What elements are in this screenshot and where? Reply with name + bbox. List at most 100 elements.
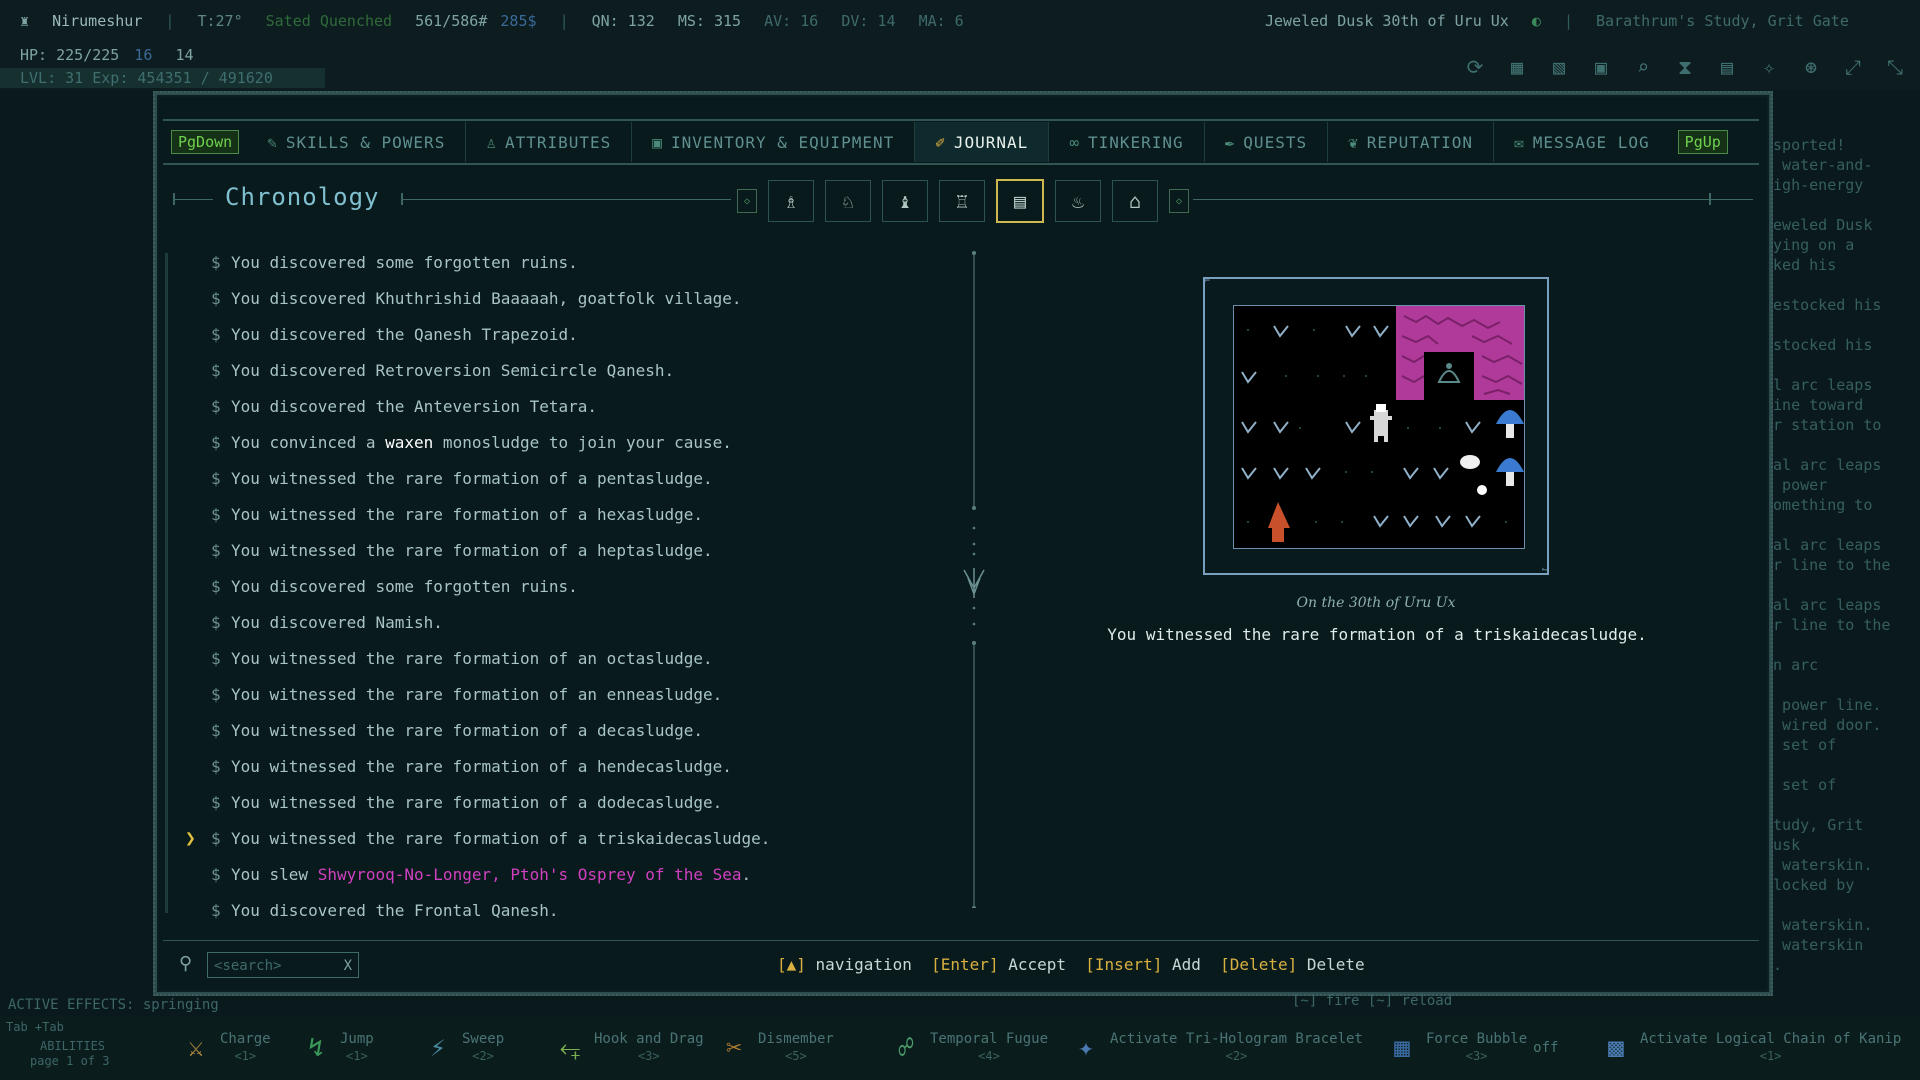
recipe-icon: ♨ xyxy=(1071,189,1085,213)
ability-slot[interactable]: ☍ Temporal Fugue <4> xyxy=(888,1016,1048,1080)
rule-tick xyxy=(173,193,175,205)
tab-journal[interactable]: ✐ JOURNAL xyxy=(915,122,1050,162)
bullet-icon: $ xyxy=(211,361,221,380)
ability-slot[interactable]: ▩ Activate Logical Chain of Kanip <1> xyxy=(1598,1016,1901,1080)
filter-general-button[interactable]: ♗ xyxy=(768,180,814,222)
ability-slot[interactable]: ⚔ Charge <1> xyxy=(178,1016,270,1080)
player-sprite xyxy=(1370,404,1392,442)
page-up-button[interactable]: PgUp xyxy=(1677,130,1728,154)
ability-slot[interactable]: ⥆ Hook and Drag <3> xyxy=(552,1016,704,1080)
hourglass-icon[interactable]: ⧗ xyxy=(1670,52,1700,82)
list-item[interactable]: $ You discovered Khuthrishid Baaaaah, goa… xyxy=(167,281,927,317)
refresh-icon[interactable]: ⟳ xyxy=(1460,52,1490,82)
add-button[interactable]: Add xyxy=(1172,955,1201,974)
filter-recipes-button[interactable]: ♨ xyxy=(1055,180,1101,222)
title-rule-left xyxy=(173,199,213,200)
search-icon[interactable]: ⌕ xyxy=(1628,52,1658,82)
corner-ornament: ⌙ xyxy=(1541,564,1548,575)
tab-inventory-equipment[interactable]: ▣ INVENTORY & EQUIPMENT xyxy=(632,122,916,162)
tab-tinkering[interactable]: ∞ TINKERING xyxy=(1049,122,1205,162)
list-item[interactable]: $ You witnessed the rare formation of a h… xyxy=(167,749,927,785)
entry-text-end: . xyxy=(741,865,752,884)
entry-text: You witnessed the rare formation of an o… xyxy=(231,649,713,668)
delete-button[interactable]: Delete xyxy=(1307,955,1365,974)
filter-sultans-button[interactable]: ♝ xyxy=(882,180,928,222)
filter-chronology-button[interactable]: ▤ xyxy=(996,179,1044,223)
list-item[interactable]: $ You discovered the Anteversion Tetara. xyxy=(167,389,927,425)
log-line: Jeweled Dusk xyxy=(1764,216,1873,234)
expand-icon[interactable]: ⤡ xyxy=(1880,52,1910,82)
filter-lore-button[interactable]: ♖ xyxy=(939,180,985,222)
list-item[interactable]: ❯ $ You witnessed the rare formation of a … xyxy=(167,821,927,857)
page-down-button[interactable]: PgDown xyxy=(171,130,240,154)
ability-slot[interactable]: ↯ Jump <1> xyxy=(298,1016,374,1080)
ability-icon: ⚡ xyxy=(430,1033,446,1063)
ability-toggle-state[interactable]: off xyxy=(1533,1040,1558,1057)
book-icon: ▤ xyxy=(1013,189,1027,213)
bullet-icon: $ xyxy=(211,541,221,560)
ability-hotkey: <1> xyxy=(234,1049,257,1063)
list-item[interactable]: $ You witnessed the rare formation of an … xyxy=(167,641,927,677)
accept-button[interactable]: Accept xyxy=(1008,955,1066,974)
list-item[interactable]: $ You witnessed the rare formation of a h… xyxy=(167,497,927,533)
bullet-icon: $ xyxy=(211,613,221,632)
clear-search-button[interactable]: X xyxy=(344,953,352,979)
date-location-row: Jeweled Dusk 30th of Uru Ux ◐ | Barathru… xyxy=(1265,12,1863,34)
search-input[interactable]: <search> X xyxy=(207,952,359,978)
map-tiles xyxy=(1241,306,1524,542)
portrait-icon[interactable]: ▤ xyxy=(1712,52,1742,82)
list-item[interactable]: $ You witnessed the rare formation of an … xyxy=(167,677,927,713)
star-icon[interactable]: ✧ xyxy=(1754,52,1784,82)
ability-slot[interactable]: ✦ Activate Tri-Hologram Bracelet <2> xyxy=(1068,1016,1363,1080)
list-item[interactable]: $ You discovered the Frontal Qanesh. xyxy=(167,893,927,929)
list-item[interactable]: $ You witnessed the rare formation of a d… xyxy=(167,713,927,749)
list-item[interactable]: $ You discovered some forgotten ruins. xyxy=(167,569,927,605)
list-item[interactable]: $ You slew Shwyrooq-No-Longer, Ptoh's Osp… xyxy=(167,857,927,893)
shift-tab-key[interactable]: +Tab xyxy=(35,1020,64,1034)
ability-slot[interactable]: ▦ Force Bubble <3> off xyxy=(1384,1016,1558,1080)
list-item[interactable]: $ You discovered Retroversion Semicircle … xyxy=(167,353,927,389)
tab-skills-powers[interactable]: ✎ SKILLS & POWERS xyxy=(247,122,467,162)
list-item[interactable]: $ You witnessed the rare formation of a h… xyxy=(167,533,927,569)
list-item[interactable]: $ You witnessed the rare formation of a p… xyxy=(167,461,927,497)
skills-icon: ✎ xyxy=(267,132,278,152)
tab-message-log[interactable]: ✉ MESSAGE LOG xyxy=(1494,122,1670,162)
log-line: a waterskin. xyxy=(1764,856,1873,874)
character-sheet-icon[interactable]: ▦ xyxy=(1502,52,1532,82)
tab-reputation[interactable]: ❦ REPUTATION xyxy=(1328,122,1495,162)
map-icon[interactable]: ▧ xyxy=(1544,52,1574,82)
entry-text: You witnessed the rare formation of a he… xyxy=(231,541,713,560)
log-line: blocked by xyxy=(1764,876,1855,894)
tab-attributes[interactable]: ♙ ATTRIBUTES xyxy=(466,122,633,162)
chronology-list: $ You discovered some forgotten ruins. $ Yo… xyxy=(167,245,927,929)
compass-icon[interactable]: ⊛ xyxy=(1796,52,1826,82)
list-item[interactable]: $ You discovered Namish. xyxy=(167,605,927,641)
list-item[interactable]: $ You discovered the Qanesh Trapezoid. xyxy=(167,317,927,353)
filter-prev-icon[interactable]: ◇ xyxy=(737,189,757,213)
filter-people-button[interactable]: ♘ xyxy=(825,180,871,222)
screen-icon[interactable]: ▣ xyxy=(1586,52,1616,82)
ability-slot[interactable]: ✂ Dismember <5> xyxy=(716,1016,834,1080)
tab-label: INVENTORY & EQUIPMENT xyxy=(670,132,895,152)
tab-key[interactable]: Tab xyxy=(6,1020,28,1034)
attributes-icon: ♙ xyxy=(486,132,497,152)
filter-locations-button[interactable]: ⌂ xyxy=(1112,180,1158,222)
tab-quests[interactable]: ✒ QUESTS xyxy=(1205,122,1329,162)
ability-slot[interactable]: ⚡ Sweep <2> xyxy=(420,1016,504,1080)
log-line: cal arc leaps xyxy=(1764,536,1882,554)
filter-next-icon[interactable]: ◇ xyxy=(1169,189,1189,213)
list-item[interactable]: $ You discovered some forgotten ruins. xyxy=(167,245,927,281)
blue-mushroom-sprite xyxy=(1496,410,1524,486)
ability-name: Force Bubble xyxy=(1426,1031,1528,1047)
location-name: Barathrum's Study, Grit Gate xyxy=(1596,12,1849,30)
title-rule-right xyxy=(1193,199,1753,200)
figure-icon: ♗ xyxy=(784,189,798,213)
arrows-icon[interactable]: ⤢ xyxy=(1838,52,1868,82)
log-line: er station to xyxy=(1764,416,1882,434)
list-item[interactable]: $ You witnessed the rare formation of a d… xyxy=(167,785,927,821)
list-item[interactable]: $ You convinced a waxen monosludge to joi… xyxy=(167,425,927,461)
